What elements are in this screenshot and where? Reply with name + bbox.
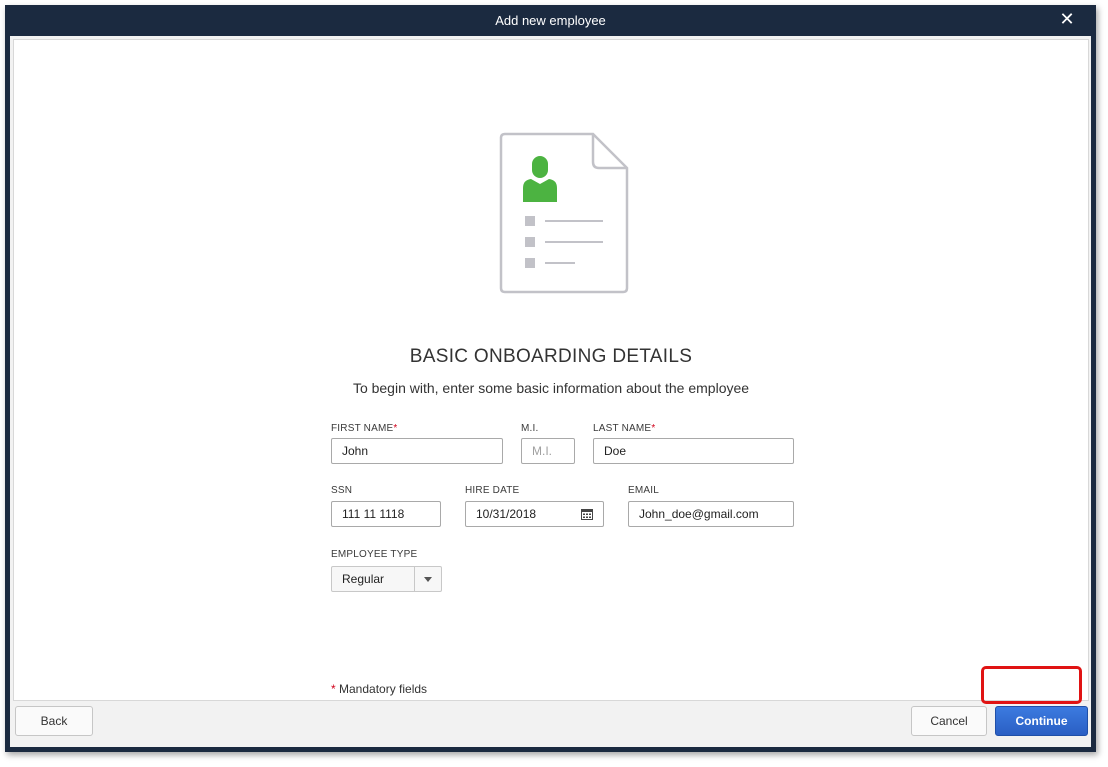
ssn-input[interactable]: 111 11 1118 xyxy=(331,501,441,527)
hire-date-label: HIRE DATE xyxy=(465,485,520,496)
calendar-icon[interactable] xyxy=(581,508,593,520)
required-mark: * xyxy=(393,423,398,434)
first-name-input[interactable]: John xyxy=(331,438,503,464)
dropdown-toggle[interactable] xyxy=(414,567,441,591)
employee-type-label: EMPLOYEE TYPE xyxy=(331,549,418,560)
last-name-label: LAST NAME* xyxy=(593,423,656,434)
middle-initial-label: M.I. xyxy=(521,423,539,434)
first-name-label: FIRST NAME* xyxy=(331,423,398,434)
email-label: EMAIL xyxy=(628,485,660,496)
employee-type-select[interactable]: Regular xyxy=(331,566,442,592)
section-heading: BASIC ONBOARDING DETAILS xyxy=(409,346,693,367)
close-icon[interactable]: ✕ xyxy=(1058,11,1076,29)
dialog-content: BASIC ONBOARDING DETAILS To begin with, … xyxy=(10,36,1091,747)
employee-document-icon xyxy=(499,132,629,294)
dialog-titlebar: Add new employee xyxy=(5,5,1096,36)
continue-button[interactable]: Continue xyxy=(995,706,1088,736)
required-mark: * xyxy=(651,423,656,434)
email-input[interactable]: John_doe@gmail.com xyxy=(628,501,794,527)
mandatory-note: * Mandatory fields xyxy=(331,682,428,696)
section-subheading: To begin with, enter some basic informat… xyxy=(352,380,750,396)
back-button[interactable]: Back xyxy=(15,706,93,736)
continue-highlight xyxy=(981,666,1082,704)
hire-date-input[interactable]: 10/31/2018 xyxy=(465,501,604,527)
dialog-title: Add new employee xyxy=(495,13,606,28)
cancel-button[interactable]: Cancel xyxy=(911,706,987,736)
form-panel: BASIC ONBOARDING DETAILS To begin with, … xyxy=(13,39,1089,701)
middle-initial-input[interactable]: M.I. xyxy=(521,438,575,464)
add-employee-dialog: Add new employee ✕ BASIC ONBOARDING DETA… xyxy=(5,5,1096,752)
ssn-label: SSN xyxy=(331,485,353,496)
last-name-input[interactable]: Doe xyxy=(593,438,794,464)
chevron-down-icon xyxy=(424,576,432,582)
